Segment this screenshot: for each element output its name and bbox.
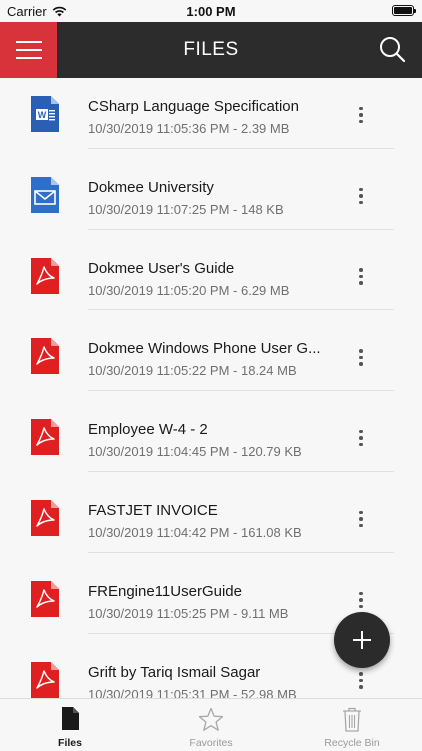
more-options-icon[interactable] <box>350 183 372 209</box>
file-name: Employee W-4 - 2 <box>88 421 208 439</box>
tab-label-recycle-bin: Recycle Bin <box>324 737 380 749</box>
more-options-icon[interactable] <box>350 425 372 451</box>
pdf-icon <box>31 661 59 698</box>
list-item[interactable]: Employee W-4 - 2 10/30/2019 11:04:45 PM -… <box>0 401 422 482</box>
battery-icon <box>392 5 416 16</box>
more-options-icon[interactable] <box>350 587 372 613</box>
tab-files[interactable]: Files <box>0 699 140 751</box>
tab-label-favorites: Favorites <box>189 737 233 749</box>
list-item[interactable]: Dokmee User's Guide 10/30/2019 11:05:20 P… <box>0 240 422 321</box>
file-meta: 10/30/2019 11:05:36 PM - 2.39 MB <box>88 121 290 136</box>
status-time: 1:00 PM <box>186 4 236 19</box>
file-meta: 10/30/2019 11:05:25 PM - 9.11 MB <box>88 605 289 621</box>
file-meta: 10/30/2019 11:04:45 PM - 120.79 KB <box>88 444 302 460</box>
file-meta: 10/30/2019 11:05:20 PM - 6.29 MB <box>88 282 290 298</box>
pdf-icon <box>31 257 59 294</box>
plus-icon <box>353 631 371 649</box>
list-item[interactable]: W CSharp Language Specification 10/30/2019… <box>0 78 422 159</box>
file-meta: 10/30/2019 11:04:42 PM - 161.08 KB <box>88 524 302 540</box>
file-name: Grift by Tariq Ismail Sagar <box>88 663 261 681</box>
file-name: Dokmee Windows Phone User G... <box>88 340 321 358</box>
file-list[interactable]: W CSharp Language Specification 10/30/2019… <box>0 78 422 698</box>
file-name: FREngine11UserGuide <box>88 582 242 600</box>
more-options-icon[interactable] <box>350 344 372 370</box>
file-name: Dokmee University <box>88 178 214 196</box>
file-icon <box>62 707 79 730</box>
search-icon[interactable] <box>376 34 408 66</box>
list-item[interactable]: Dokmee University 10/30/2019 11:07:25 PM … <box>0 159 422 240</box>
divider <box>88 390 394 392</box>
word-doc-icon: W <box>31 96 59 132</box>
file-meta: 10/30/2019 11:07:25 PM - 148 KB <box>88 201 284 217</box>
pdf-icon <box>31 499 59 536</box>
app-header: FILES <box>0 22 422 78</box>
star-icon <box>198 707 224 731</box>
file-name: CSharp Language Specification <box>88 98 299 115</box>
file-meta: 10/30/2019 11:05:22 PM - 18.24 MB <box>88 363 297 379</box>
divider <box>88 470 394 472</box>
pdf-icon <box>31 580 59 617</box>
email-icon <box>31 176 59 213</box>
trash-icon <box>343 707 361 732</box>
tab-favorites[interactable]: Favorites <box>141 699 281 751</box>
more-options-icon[interactable] <box>350 102 372 128</box>
pdf-icon <box>31 338 59 375</box>
divider <box>88 551 394 553</box>
divider <box>88 147 394 149</box>
file-name: Dokmee User's Guide <box>88 259 235 277</box>
tab-bar: Files Favorites Recycle Bin <box>0 698 422 750</box>
status-bar: Carrier 1:00 PM <box>0 0 422 22</box>
svg-text:W: W <box>38 110 47 120</box>
more-options-icon[interactable] <box>350 264 372 290</box>
file-meta: 10/30/2019 11:05:31 PM - 52.98 MB <box>88 686 297 698</box>
list-item[interactable]: Dokmee Windows Phone User G... 10/30/2019… <box>0 320 422 401</box>
list-item[interactable]: FASTJET INVOICE 10/30/2019 11:04:42 PM - … <box>0 482 422 563</box>
add-button[interactable] <box>334 612 390 668</box>
more-options-icon[interactable] <box>350 506 372 532</box>
page-title: FILES <box>183 39 239 60</box>
file-name: FASTJET INVOICE <box>88 501 218 519</box>
tab-recycle-bin[interactable]: Recycle Bin <box>282 699 422 751</box>
pdf-icon <box>31 419 59 456</box>
tab-label-files: Files <box>58 737 82 749</box>
divider <box>88 309 394 311</box>
divider <box>88 228 394 230</box>
more-options-icon[interactable] <box>350 668 372 694</box>
